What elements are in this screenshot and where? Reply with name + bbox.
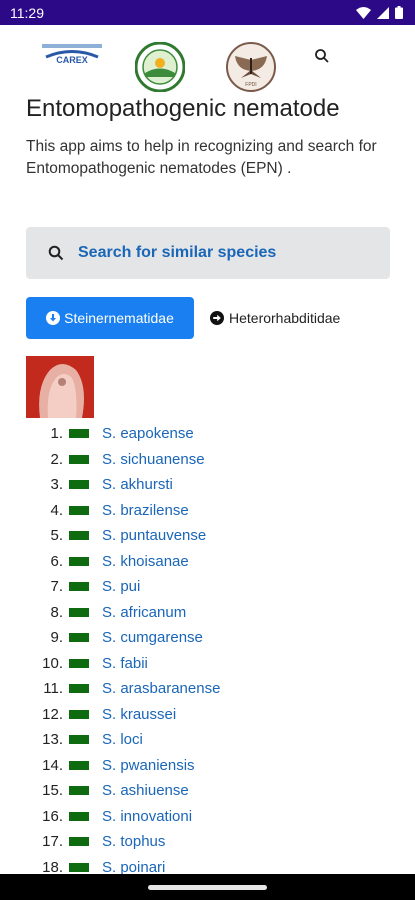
status-time: 11:29 [10, 4, 44, 21]
species-color-swatch [69, 582, 89, 592]
search-label: Search for similar species [78, 244, 277, 261]
list-item: 11. S. arasbaranense [0, 676, 415, 702]
species-color-swatch [69, 607, 89, 617]
species-color-swatch [69, 454, 89, 464]
list-item: 8. S. africanum [0, 600, 415, 626]
status-icons [356, 6, 403, 19]
search-icon[interactable] [314, 48, 330, 64]
species-color-swatch [69, 531, 89, 541]
species-link[interactable]: S. brazilense [102, 502, 189, 519]
species-color-swatch [69, 735, 89, 745]
species-link[interactable]: S. pwaniensis [102, 757, 195, 774]
signal-icon [377, 6, 389, 19]
list-item-number: 7. [50, 578, 63, 596]
list-item: 17. S. tophus [0, 829, 415, 855]
list-item: 12. S. kraussei [0, 702, 415, 728]
list-item-number: 1. [50, 425, 63, 443]
species-color-swatch [69, 480, 89, 490]
download-circle-icon [46, 311, 61, 325]
list-item: 15. S. ashiuense [0, 778, 415, 804]
species-link[interactable]: S. arasbaranense [102, 680, 220, 697]
list-item-number: 17. [42, 833, 63, 851]
list-item: 10. S. fabii [0, 651, 415, 677]
page-title: Entomopathogenic nematode [26, 95, 340, 122]
species-link[interactable]: S. africanum [102, 604, 186, 621]
app-description: This app aims to help in recognizing and… [26, 138, 377, 177]
search-similar-species-button[interactable]: Search for similar species [26, 227, 390, 279]
list-item: 9. S. cumgarense [0, 625, 415, 651]
home-gesture-handle[interactable] [148, 885, 267, 890]
species-color-swatch [69, 760, 89, 770]
species-link[interactable]: S. pui [102, 578, 140, 595]
species-link[interactable]: S. tophus [102, 833, 165, 850]
list-item: 4. S. brazilense [0, 498, 415, 524]
species-color-swatch [69, 709, 89, 719]
carex-logo: CAREX [42, 44, 102, 65]
list-item-number: 12. [42, 705, 63, 723]
species-link[interactable]: S. innovationi [102, 808, 192, 825]
species-color-swatch [69, 837, 89, 847]
species-link[interactable]: S. ashiuense [102, 782, 189, 799]
tab-steinernematidae-label: Steinernematidae [64, 310, 174, 326]
agency-round-logo [135, 42, 185, 92]
list-item-number: 6. [50, 552, 63, 570]
header: CAREX FPDI [0, 38, 415, 96]
arrow-circle-right-icon [210, 311, 224, 325]
moth-round-logo: FPDI [226, 42, 276, 92]
navigation-bar [0, 874, 415, 900]
species-link[interactable]: S. eapokense [102, 425, 194, 442]
list-item-number: 9. [50, 629, 63, 647]
list-item: 3. S. akhursti [0, 472, 415, 498]
species-color-swatch [69, 429, 89, 439]
species-color-swatch [69, 862, 89, 872]
list-item: 1. S. eapokense [0, 421, 415, 447]
list-item-number: 2. [50, 450, 63, 468]
moth-logo-text: FPDI [245, 82, 256, 88]
species-link[interactable]: S. kraussei [102, 706, 176, 723]
species-color-swatch [69, 505, 89, 515]
tab-heterorhabditidae[interactable]: Heterorhabditidae [210, 297, 370, 339]
species-link[interactable]: S. akhursti [102, 476, 173, 493]
list-item-number: 11. [43, 680, 63, 698]
species-color-swatch [69, 633, 89, 643]
list-item-number: 3. [50, 476, 63, 494]
carex-logo-text: CAREX [56, 55, 88, 65]
list-item-number: 14. [42, 756, 63, 774]
species-link[interactable]: S. fabii [102, 655, 148, 672]
list-item: 14. S. pwaniensis [0, 753, 415, 779]
species-link[interactable]: S. sichuanense [102, 451, 205, 468]
tab-heterorhabditidae-label: Heterorhabditidae [229, 310, 341, 326]
nematode-thumbnail[interactable] [26, 356, 94, 418]
list-item: 5. S. puntauvense [0, 523, 415, 549]
list-item-number: 8. [50, 603, 63, 621]
battery-icon [395, 6, 403, 19]
list-item: 7. S. pui [0, 574, 415, 600]
list-item-number: 5. [50, 527, 63, 545]
species-color-swatch [69, 556, 89, 566]
species-color-swatch [69, 658, 89, 668]
species-link[interactable]: S. puntauvense [102, 527, 206, 544]
list-item: 16. S. innovationi [0, 804, 415, 830]
list-item-number: 16. [42, 807, 63, 825]
search-icon [48, 245, 64, 261]
species-list: 1. S. eapokense 2. S. sichuanense 3. S. akhur… [0, 421, 415, 880]
species-link[interactable]: S. cumgarense [102, 629, 203, 646]
species-color-swatch [69, 684, 89, 694]
list-item: 6. S. khoisanae [0, 549, 415, 575]
list-item-number: 4. [50, 501, 63, 519]
status-bar: 11:29 [0, 0, 415, 25]
species-link[interactable]: S. loci [102, 731, 143, 748]
species-color-swatch [69, 786, 89, 796]
list-item-number: 15. [42, 782, 63, 800]
list-item-number: 13. [42, 731, 63, 749]
list-item: 13. S. loci [0, 727, 415, 753]
tab-steinernematidae[interactable]: Steinernematidae [26, 297, 194, 339]
species-color-swatch [69, 811, 89, 821]
list-item: 2. S. sichuanense [0, 447, 415, 473]
wifi-icon [356, 6, 371, 19]
species-link[interactable]: S. khoisanae [102, 553, 189, 570]
list-item-number: 10. [42, 654, 63, 672]
